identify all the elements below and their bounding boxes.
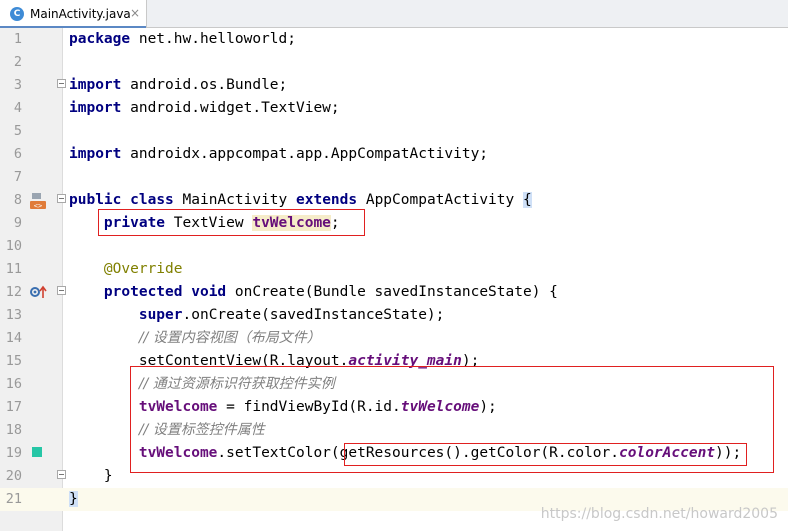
code-line[interactable]: 4 import android.widget.TextView; [0,97,788,120]
code-line[interactable]: 12 protected void onCreate(Bundle savedI… [0,281,788,304]
watermark: https://blog.csdn.net/howard2005 [540,506,778,522]
line-number: 16 [5,376,22,392]
tab-main-activity[interactable]: C MainActivity.java × [0,0,147,28]
code-line[interactable]: 7 [0,166,788,189]
code-line[interactable]: 2 [0,51,788,74]
line-number: 2 [13,54,22,70]
line-number: 10 [5,238,22,254]
code-line[interactable]: 11 @Override [0,258,788,281]
line-number: 18 [5,422,22,438]
line-number: 4 [13,100,22,116]
close-tab-icon[interactable]: × [130,6,140,20]
code-line[interactable]: 14 // 设置内容视图（布局文件） [0,327,788,350]
svg-text:<>: <> [34,202,42,210]
line-number: 21 [5,491,22,507]
code-line[interactable]: 3 import android.os.Bundle; [0,74,788,97]
line-number: 3 [13,77,22,93]
line-number: 19 [5,445,22,461]
layout-file-icon[interactable]: <> [29,192,47,210]
fold-toggle-icon[interactable] [57,286,66,295]
code-line[interactable]: 10 [0,235,788,258]
code-line[interactable]: 13 super.onCreate(savedInstanceState); [0,304,788,327]
line-number: 13 [5,307,22,323]
line-number: 14 [5,330,22,346]
tab-title: MainActivity.java [30,6,131,21]
line-number: 17 [5,399,22,415]
code-line[interactable]: 1 package net.hw.helloworld; [0,28,788,51]
line-number: 12 [5,284,22,300]
editor-tab-bar: C MainActivity.java × [0,0,788,28]
line-number: 5 [13,123,22,139]
line-number: 15 [5,353,22,369]
line-number: 7 [13,169,22,185]
code-line[interactable]: 5 [0,120,788,143]
fold-toggle-icon[interactable] [57,79,66,88]
line-number: 1 [13,31,22,47]
highlight-box-getcolor [344,443,747,466]
fold-toggle-icon[interactable] [57,470,66,479]
line-number: 8 [13,192,22,208]
java-class-icon: C [10,6,24,21]
fold-toggle-icon[interactable] [57,194,66,203]
code-line[interactable]: 6 import androidx.appcompat.app.AppCompa… [0,143,788,166]
line-number: 9 [13,215,22,231]
line-number: 11 [5,261,22,277]
color-swatch-icon[interactable] [32,447,42,457]
highlight-box-field [98,209,365,236]
override-icon[interactable] [29,285,47,299]
line-number: 6 [13,146,22,162]
line-number: 20 [5,468,22,484]
